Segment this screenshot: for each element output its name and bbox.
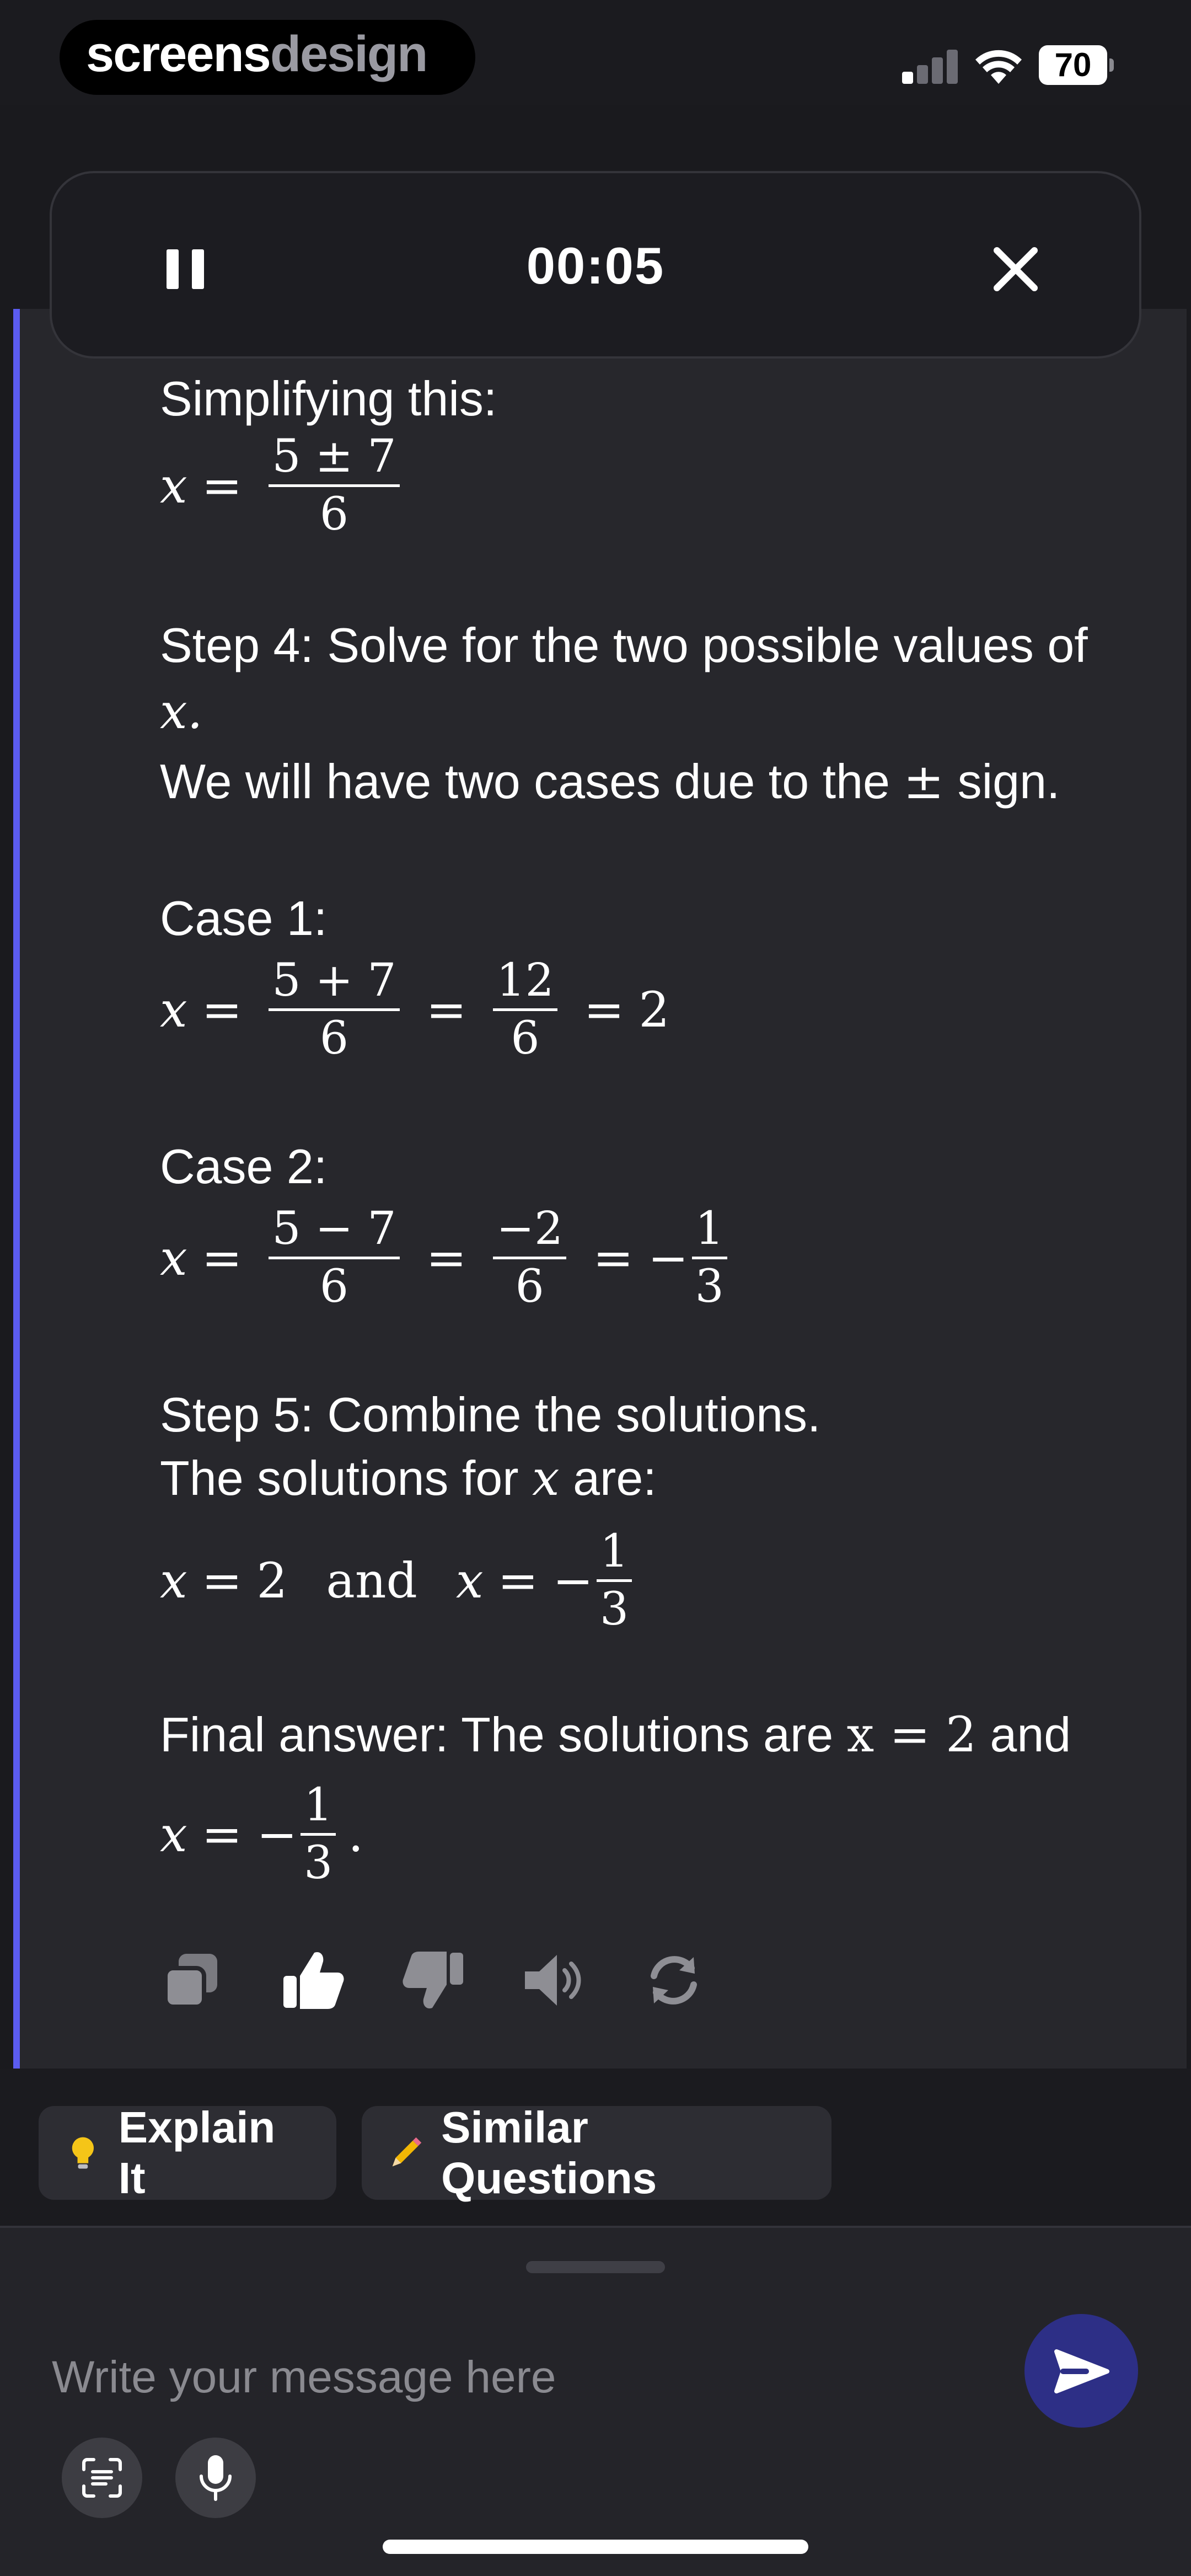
send-icon xyxy=(1054,2349,1109,2393)
send-button[interactable] xyxy=(1024,2314,1138,2428)
case1-label: Case 1: xyxy=(160,891,328,945)
case2-label: Case 2: xyxy=(160,1139,328,1194)
microphone-icon xyxy=(200,2455,232,2501)
signal-icon xyxy=(902,49,958,84)
step4-heading: Step 4: Solve for the two possible value… xyxy=(160,618,1088,672)
equation-case2: x = 5 − 76 = −2 6 = − 13 xyxy=(160,1203,739,1313)
similar-questions-button[interactable]: Similar Questions xyxy=(362,2103,831,2203)
battery-indicator: 70 xyxy=(1039,45,1107,85)
equation-simplified: x = 5 ± 76 xyxy=(160,430,412,541)
status-bar: screensdesign 70 xyxy=(0,0,1191,105)
battery-cap xyxy=(1109,58,1114,72)
voice-recording-bar: 00:05 xyxy=(50,171,1141,359)
speaker-icon[interactable] xyxy=(521,1947,587,2013)
copy-icon[interactable] xyxy=(160,1947,226,2013)
scan-text-button[interactable] xyxy=(62,2438,142,2518)
pencil-icon xyxy=(392,2137,422,2167)
close-icon[interactable] xyxy=(989,243,1042,296)
lightbulb-icon xyxy=(72,2137,94,2169)
home-indicator[interactable] xyxy=(383,2540,808,2554)
recording-timer: 00:05 xyxy=(526,237,665,295)
explain-it-button[interactable]: Explain It xyxy=(39,2103,336,2203)
explain-it-label: Explain It xyxy=(118,2103,276,2203)
simplifying-label: Simplifying this: xyxy=(160,371,497,426)
final-answer: Final answer: The solutions are x = 2 an… xyxy=(160,1706,1071,1763)
wifi-icon xyxy=(975,50,1022,84)
regenerate-icon[interactable] xyxy=(641,1947,707,2013)
equation-case1: x = 5 + 76 = 12 6 = 2 xyxy=(160,954,670,1065)
brand-logo-right: design xyxy=(270,26,428,82)
drag-handle[interactable] xyxy=(526,2261,665,2273)
equation-solutions: x = 2 and x = − 13 xyxy=(160,1525,644,1636)
step4-description: We will have two cases due to the ± sign… xyxy=(160,753,1060,810)
scan-text-icon xyxy=(82,2458,122,2498)
message-input[interactable] xyxy=(51,2344,990,2411)
equation-final: x = − 13 . xyxy=(160,1778,364,1889)
message-composer xyxy=(0,2226,1191,2576)
solutions-intro: The solutions for x are: xyxy=(160,1450,657,1506)
microphone-button[interactable] xyxy=(175,2438,256,2518)
brand-logo: screensdesign xyxy=(86,21,428,87)
step5-heading: Step 5: Combine the solutions. xyxy=(160,1387,821,1442)
thumbs-down-icon[interactable] xyxy=(400,1947,466,2013)
thumbs-up-icon[interactable] xyxy=(280,1947,346,2013)
similar-questions-label: Similar Questions xyxy=(441,2103,657,2203)
step4-variable: x. xyxy=(160,683,203,740)
brand-logo-left: screens xyxy=(86,26,271,82)
